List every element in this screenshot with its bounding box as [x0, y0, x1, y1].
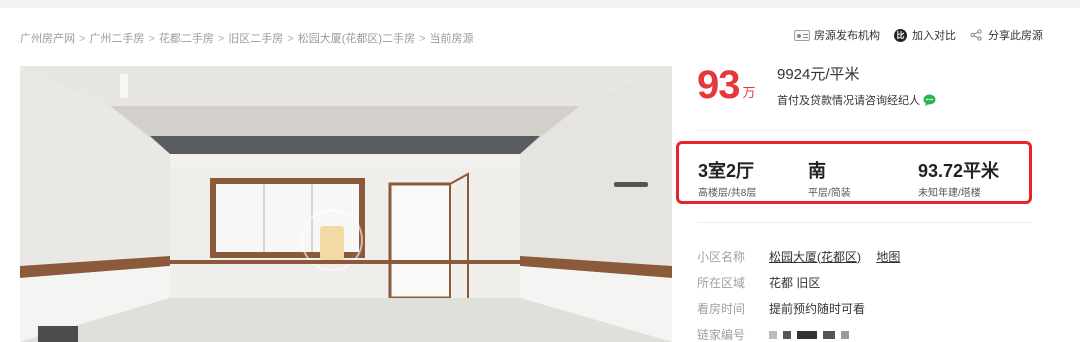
listing-actions: 房源发布机构 比 加入对比 分享此房源 [794, 27, 1043, 43]
listing-info: 小区名称 松园大厦(花都区) 地图 所在区域 花都 旧区 看房时间 提前预约随时… [697, 243, 900, 342]
spec-orientation-main: 南 [808, 161, 826, 181]
share-icon [970, 29, 982, 41]
info-row-viewing: 看房时间 提前预约随时可看 [697, 295, 900, 321]
area-value: 花都 旧区 [769, 275, 821, 290]
spec-orientation-sub: 平层/简装 [808, 188, 851, 199]
viewing-label: 看房时间 [697, 301, 746, 316]
community-value: 松园大厦(花都区) 地图 [769, 248, 900, 265]
unit-price: 9924元/平米 [777, 66, 860, 83]
breadcrumb-separator: > [148, 33, 155, 45]
code-value-redacted [769, 327, 855, 341]
area-label: 所在区域 [697, 275, 746, 290]
compare-label: 加入对比 [912, 30, 956, 42]
top-strip [0, 0, 1080, 8]
share-button[interactable]: 分享此房源 [970, 27, 1043, 43]
divider [697, 222, 1032, 223]
share-label: 分享此房源 [988, 30, 1043, 42]
info-row-code: 链家编号 [697, 321, 900, 342]
breadcrumb-separator: > [79, 33, 86, 45]
code-label: 链家编号 [697, 327, 746, 342]
total-price-value: 93 [697, 63, 740, 107]
info-row-community: 小区名称 松园大厦(花都区) 地图 [697, 243, 900, 269]
spec-layout-main: 3室2厅 [698, 161, 755, 181]
spec-area-sub: 未知年建/塔楼 [918, 188, 981, 199]
breadcrumb-link-community-resale[interactable]: 松园大厦(花都区)二手房 [298, 33, 415, 45]
divider [697, 130, 1032, 131]
spec-area: 93.72平米 未知年建/塔楼 [918, 160, 999, 199]
spec-layout-sub: 高楼层/共8层 [698, 188, 757, 199]
total-price-unit: 万 [742, 85, 756, 100]
room-photo-illustration [20, 66, 672, 342]
map-link[interactable]: 地图 [876, 250, 900, 264]
breadcrumb-current: 当前房源 [429, 33, 474, 45]
unit-price-block: 9924元/平米 首付及贷款情况请咨询经纪人 [777, 66, 936, 108]
community-label: 小区名称 [697, 249, 746, 264]
compare-icon: 比 [894, 28, 907, 42]
publisher-label: 房源发布机构 [814, 30, 880, 42]
breadcrumb-separator: > [217, 33, 225, 45]
breadcrumb: 广州房产网 > 广州二手房 > 花都二手房 > 旧区二手房 > 松园大厦(花都区)二手房 > 当前房… [20, 30, 474, 46]
breadcrumb-link-huadu-resale[interactable]: 花都二手房 [159, 33, 214, 45]
price-note-text: 首付及贷款情况请咨询经纪人 [777, 95, 920, 107]
breadcrumb-link-old-district-resale[interactable]: 旧区二手房 [228, 33, 283, 45]
compare-button[interactable]: 比 加入对比 [894, 27, 956, 43]
total-price: 93 万 [697, 63, 756, 107]
price-note: 首付及贷款情况请咨询经纪人 [777, 92, 936, 108]
chat-icon[interactable] [923, 94, 936, 106]
breadcrumb-separator: > [287, 33, 294, 45]
publisher-button[interactable]: 房源发布机构 [794, 27, 880, 43]
spec-area-main: 93.72平米 [918, 161, 1000, 181]
listing-photo[interactable] [20, 66, 672, 342]
spec-orientation: 南 平层/简装 [808, 160, 851, 199]
community-link[interactable]: 松园大厦(花都区) [769, 250, 861, 264]
breadcrumb-separator: > [419, 33, 426, 45]
spec-layout: 3室2厅 高楼层/共8层 [698, 160, 756, 199]
breadcrumb-link-guangzhou-resale[interactable]: 广州二手房 [89, 33, 144, 45]
breadcrumb-link-guangzhou[interactable]: 广州房产网 [20, 33, 75, 45]
info-row-area: 所在区域 花都 旧区 [697, 269, 900, 295]
viewing-value: 提前预约随时可看 [769, 301, 866, 316]
id-card-icon [794, 29, 810, 41]
